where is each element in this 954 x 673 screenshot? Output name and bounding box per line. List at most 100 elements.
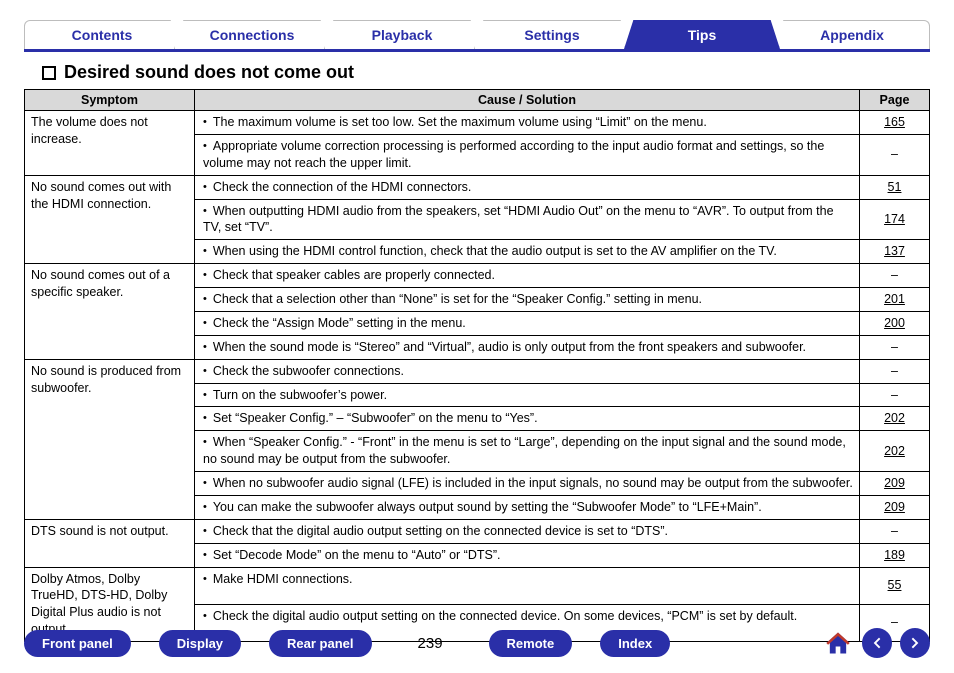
cause-cell: Set “Decode Mode” on the menu to “Auto” …	[195, 543, 860, 567]
page-cell[interactable]: 202	[860, 407, 930, 431]
page-cell[interactable]: 202	[860, 431, 930, 472]
cause-cell: Check that the digital audio output sett…	[195, 519, 860, 543]
footer-left: Front panel Display Rear panel 239 Remot…	[24, 630, 670, 657]
page-cell: –	[860, 335, 930, 359]
page-cell: –	[860, 359, 930, 383]
table-row: No sound comes out with the HDMI connect…	[25, 175, 930, 199]
cause-cell: The maximum volume is set too low. Set t…	[195, 111, 860, 135]
page-cell[interactable]: 51	[860, 175, 930, 199]
page-cell[interactable]: 201	[860, 288, 930, 312]
tab-appendix[interactable]: Appendix	[774, 20, 930, 49]
page-cell[interactable]: 137	[860, 240, 930, 264]
footer-right	[822, 627, 930, 659]
remote-button[interactable]: Remote	[489, 630, 573, 657]
symptom-cell: No sound comes out of a specific speaker…	[25, 264, 195, 360]
page-cell[interactable]: 209	[860, 472, 930, 496]
cause-cell: When the sound mode is “Stereo” and “Vir…	[195, 335, 860, 359]
cause-text: The maximum volume is set too low. Set t…	[203, 115, 707, 129]
cause-text: Check that the digital audio output sett…	[203, 524, 668, 538]
square-icon	[42, 66, 56, 80]
cause-cell: Check that a selection other than “None”…	[195, 288, 860, 312]
page-dash: –	[891, 147, 898, 161]
cause-text: When “Speaker Config.” - “Front” in the …	[203, 435, 846, 466]
page-cell: –	[860, 519, 930, 543]
page-cell[interactable]: 209	[860, 495, 930, 519]
home-icon[interactable]	[822, 627, 854, 659]
cause-cell: When outputting HDMI audio from the spea…	[195, 199, 860, 240]
table-row: Dolby Atmos, Dolby TrueHD, DTS-HD, Dolby…	[25, 567, 930, 604]
tab-contents[interactable]: Contents	[24, 20, 180, 49]
table-row: DTS sound is not output.Check that the d…	[25, 519, 930, 543]
tab-settings[interactable]: Settings	[474, 20, 630, 49]
cause-text: Appropriate volume correction processing…	[203, 139, 824, 170]
top-tabs: ContentsConnectionsPlaybackSettingsTipsA…	[24, 20, 930, 52]
page-cell: –	[860, 134, 930, 175]
cause-cell: When using the HDMI control function, ch…	[195, 240, 860, 264]
cause-cell: When no subwoofer audio signal (LFE) is …	[195, 472, 860, 496]
page-dash: –	[891, 364, 898, 378]
footer-nav: Front panel Display Rear panel 239 Remot…	[24, 627, 930, 659]
cause-cell: Set “Speaker Config.” – “Subwoofer” on t…	[195, 407, 860, 431]
page-link[interactable]: 137	[884, 244, 905, 258]
display-button[interactable]: Display	[159, 630, 241, 657]
page-cell[interactable]: 55	[860, 567, 930, 604]
page-link[interactable]: 174	[884, 212, 905, 226]
tab-tips[interactable]: Tips	[624, 20, 780, 49]
page-link[interactable]: 55	[888, 578, 902, 592]
page-cell[interactable]: 200	[860, 311, 930, 335]
cause-text: Check that speaker cables are properly c…	[203, 268, 495, 282]
col-symptom: Symptom	[25, 90, 195, 111]
heading-text: Desired sound does not come out	[64, 62, 354, 83]
cause-cell: Check the subwoofer connections.	[195, 359, 860, 383]
cause-text: Check the “Assign Mode” setting in the m…	[203, 316, 466, 330]
cause-text: Check the digital audio output setting o…	[203, 609, 797, 623]
cause-cell: Appropriate volume correction processing…	[195, 134, 860, 175]
cause-text: Check the subwoofer connections.	[203, 364, 404, 378]
page-dash: –	[891, 388, 898, 402]
page-link[interactable]: 201	[884, 292, 905, 306]
page-link[interactable]: 209	[884, 500, 905, 514]
cause-text: Set “Decode Mode” on the menu to “Auto” …	[203, 548, 500, 562]
cause-text: Turn on the subwoofer’s power.	[203, 388, 387, 402]
page-link[interactable]: 209	[884, 476, 905, 490]
page-link[interactable]: 165	[884, 115, 905, 129]
tab-connections[interactable]: Connections	[174, 20, 330, 49]
page-link[interactable]: 200	[884, 316, 905, 330]
cause-cell: You can make the subwoofer always output…	[195, 495, 860, 519]
page-link[interactable]: 202	[884, 411, 905, 425]
front-panel-button[interactable]: Front panel	[24, 630, 131, 657]
cause-cell: Check that speaker cables are properly c…	[195, 264, 860, 288]
cause-text: When the sound mode is “Stereo” and “Vir…	[203, 340, 806, 354]
page-number: 239	[418, 635, 443, 652]
page-link[interactable]: 189	[884, 548, 905, 562]
page-cell[interactable]: 174	[860, 199, 930, 240]
symptom-cell: No sound is produced from subwoofer.	[25, 359, 195, 519]
page-cell[interactable]: 189	[860, 543, 930, 567]
tab-playback[interactable]: Playback	[324, 20, 480, 49]
page-dash: –	[891, 340, 898, 354]
page-cell[interactable]: 165	[860, 111, 930, 135]
prev-page-button[interactable]	[862, 628, 892, 658]
cause-text: Check that a selection other than “None”…	[203, 292, 702, 306]
next-page-button[interactable]	[900, 628, 930, 658]
cause-cell: Check the “Assign Mode” setting in the m…	[195, 311, 860, 335]
cause-text: You can make the subwoofer always output…	[203, 500, 762, 514]
cause-text: Make HDMI connections.	[203, 572, 353, 586]
cause-text: Set “Speaker Config.” – “Subwoofer” on t…	[203, 411, 538, 425]
page-cell: –	[860, 383, 930, 407]
symptom-cell: DTS sound is not output.	[25, 519, 195, 567]
page-link[interactable]: 51	[888, 180, 902, 194]
section-heading: Desired sound does not come out	[42, 62, 930, 83]
page-dash: –	[891, 268, 898, 282]
rear-panel-button[interactable]: Rear panel	[269, 630, 371, 657]
cause-cell: Make HDMI connections.	[195, 567, 860, 604]
index-button[interactable]: Index	[600, 630, 670, 657]
page-dash: –	[891, 524, 898, 538]
col-cause: Cause / Solution	[195, 90, 860, 111]
cause-text: When no subwoofer audio signal (LFE) is …	[203, 476, 853, 490]
symptom-cell: The volume does not increase.	[25, 111, 195, 176]
cause-cell: When “Speaker Config.” - “Front” in the …	[195, 431, 860, 472]
cause-text: Check the connection of the HDMI connect…	[203, 180, 471, 194]
cause-cell: Check the connection of the HDMI connect…	[195, 175, 860, 199]
page-link[interactable]: 202	[884, 444, 905, 458]
